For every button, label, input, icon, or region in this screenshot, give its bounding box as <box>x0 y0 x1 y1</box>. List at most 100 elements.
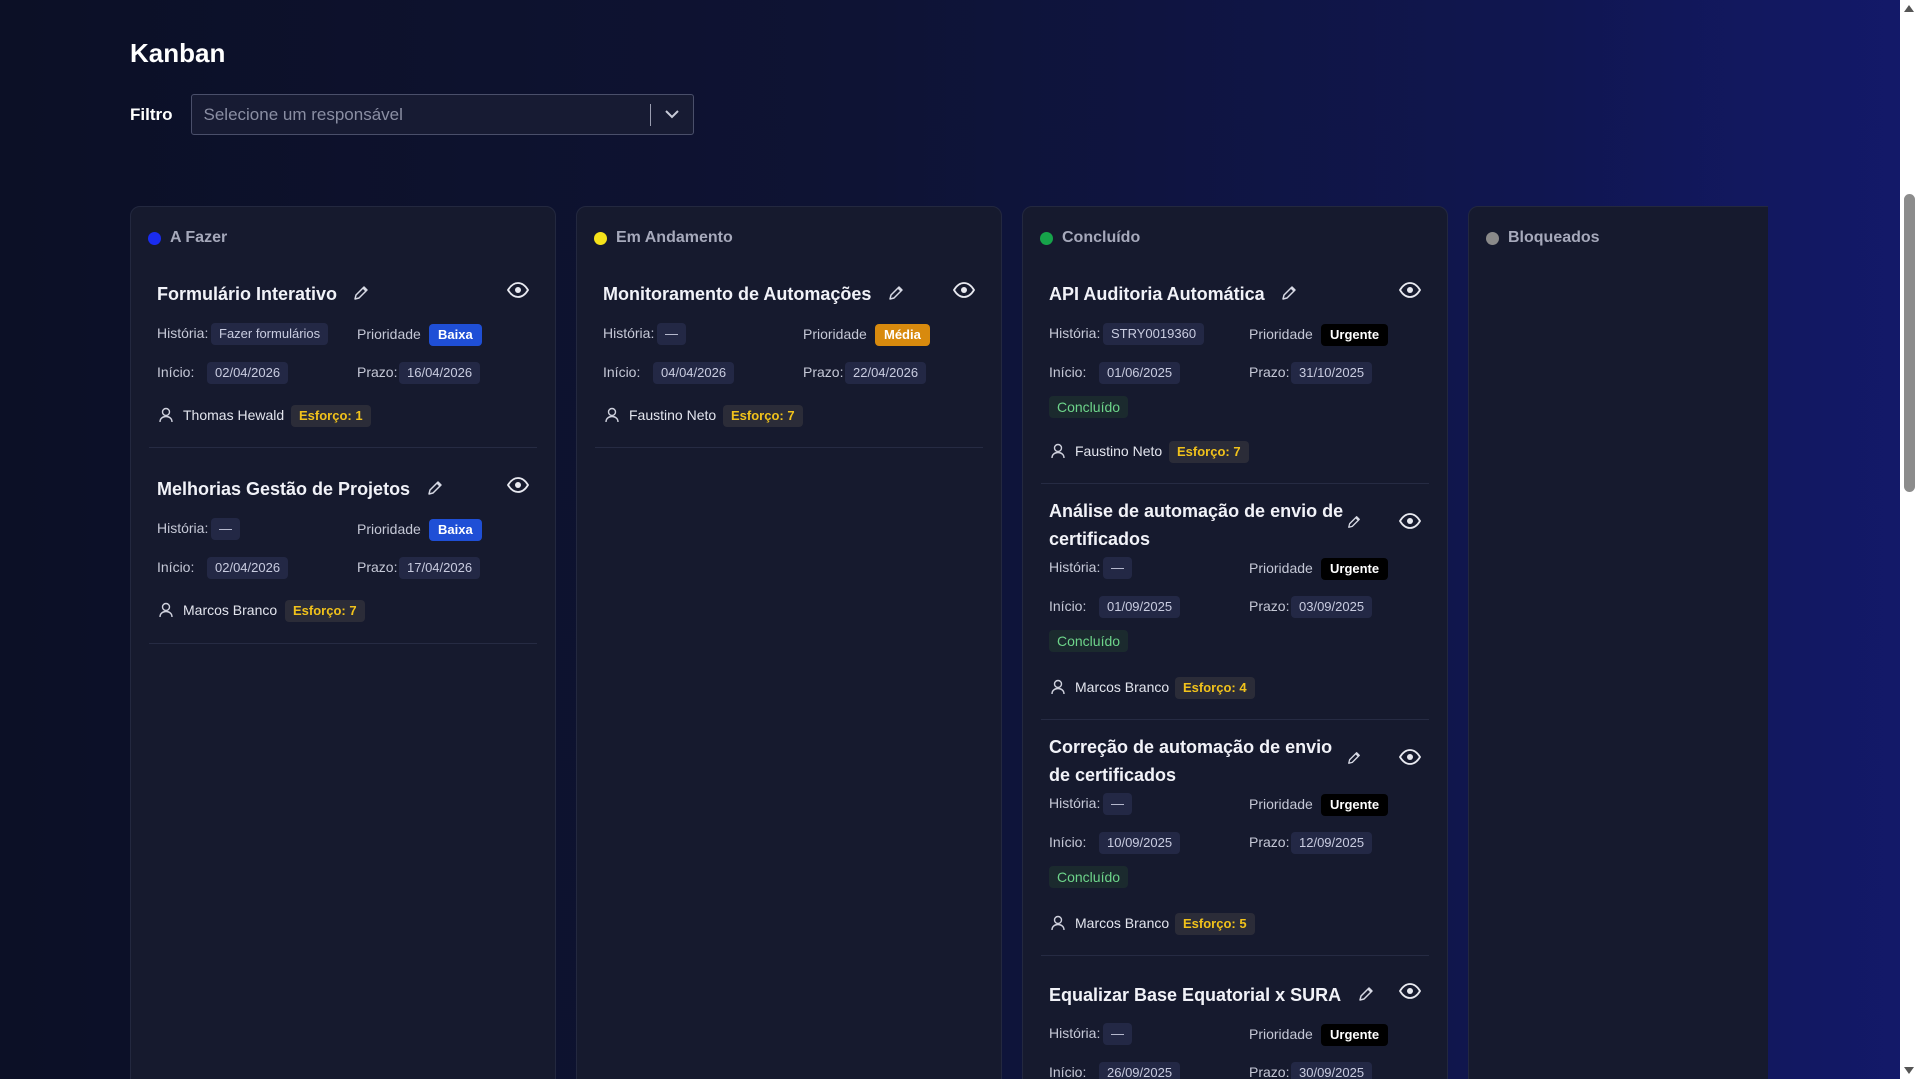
column-em-andamento: Em Andamento Monitoramento de Automações… <box>576 206 1002 1079</box>
task-card[interactable]: Melhorias Gestão de Projetos História: —… <box>149 475 537 644</box>
prazo-label: Prazo: <box>1249 834 1290 850</box>
prazo-label: Prazo: <box>1249 598 1290 614</box>
prioridade-label: Prioridade <box>803 326 867 342</box>
inicio-label: Início: <box>1049 834 1087 850</box>
card-title: Melhorias Gestão de Projetos <box>157 479 411 499</box>
scroll-thumb[interactable] <box>1904 194 1915 492</box>
card-title-row: Equalizar Base Equatorial x SURA <box>1049 981 1422 1009</box>
chevron-down-icon[interactable] <box>651 110 693 119</box>
column-header: Em Andamento <box>594 229 733 247</box>
pencil-icon[interactable] <box>427 480 443 501</box>
user-icon <box>1051 443 1065 464</box>
effort-badge: Esforço: 7 <box>285 600 365 622</box>
prazo-label: Prazo: <box>1249 1064 1290 1079</box>
page-title: Kanban <box>130 38 226 68</box>
priority-badge: Urgente <box>1321 324 1389 346</box>
historia-label: História: <box>1049 325 1101 341</box>
card-title-row: Monitoramento de Automações <box>603 280 976 308</box>
task-card[interactable]: API Auditoria Automática História: STRY0… <box>1041 280 1429 484</box>
task-card[interactable]: Formulário Interativo História: Fazer fo… <box>149 280 537 448</box>
user-icon <box>1051 915 1065 936</box>
eye-icon[interactable] <box>506 477 530 498</box>
eye-icon[interactable] <box>1398 749 1422 770</box>
column-title: Bloqueados <box>1508 229 1600 246</box>
card-title: API Auditoria Automática <box>1049 284 1265 304</box>
inicio-label: Início: <box>1049 598 1087 614</box>
pencil-icon[interactable] <box>1281 285 1297 306</box>
inicio-date: 01/09/2025 <box>1099 596 1181 618</box>
prioridade-label: Prioridade <box>1249 560 1313 576</box>
pencil-icon[interactable] <box>888 285 904 306</box>
historia-label: História: <box>1049 795 1101 811</box>
inicio-date: 01/06/2025 <box>1099 362 1181 384</box>
inicio-date: 02/04/2026 <box>207 557 289 579</box>
responsavel-name: Marcos Branco <box>1075 679 1170 695</box>
kanban-page: Kanban Filtro Selecione um responsável A… <box>0 0 1900 1079</box>
inicio-date: 10/09/2025 <box>1099 832 1181 854</box>
prioridade-label: Prioridade <box>1249 1026 1313 1042</box>
responsavel-select[interactable]: Selecione um responsável <box>190 94 694 135</box>
column-header: Concluído <box>1040 229 1140 247</box>
prazo-date: 03/09/2025 <box>1291 596 1373 618</box>
card-title: Monitoramento de Automações <box>603 284 872 304</box>
status-dot <box>148 231 161 245</box>
eye-icon[interactable] <box>506 282 530 303</box>
task-card[interactable]: Correção de automação de envio de certif… <box>1041 733 1429 956</box>
effort-badge: Esforço: 7 <box>1169 441 1249 463</box>
status-badge: Concluído <box>1049 866 1129 888</box>
eye-icon[interactable] <box>1398 983 1422 1004</box>
effort-badge: Esforço: 4 <box>1175 677 1255 699</box>
inicio-date: 04/04/2026 <box>653 362 735 384</box>
prazo-date: 22/04/2026 <box>845 362 927 384</box>
priority-badge: Baixa <box>429 519 482 541</box>
card-title-row: API Auditoria Automática <box>1049 280 1422 308</box>
priority-badge: Urgente <box>1321 558 1389 580</box>
user-icon <box>605 407 619 428</box>
column-header: Bloqueados <box>1486 229 1600 247</box>
eye-icon[interactable] <box>1398 282 1422 303</box>
prazo-date: 12/09/2025 <box>1291 832 1373 854</box>
page-scrollbar[interactable] <box>1900 0 1919 1079</box>
card-title: Correção de automação de envio de certif… <box>1049 737 1333 785</box>
status-dot <box>594 231 607 245</box>
prazo-label: Prazo: <box>803 364 844 380</box>
eye-icon[interactable] <box>1398 513 1422 534</box>
inicio-label: Início: <box>603 364 641 380</box>
filter-row: Filtro Selecione um responsável <box>130 94 694 135</box>
task-card[interactable]: Monitoramento de Automações História: — … <box>595 280 983 448</box>
card-title: Equalizar Base Equatorial x SURA <box>1049 985 1342 1005</box>
card-title-row: Correção de automação de envio de certif… <box>1049 733 1349 789</box>
prazo-label: Prazo: <box>357 559 398 575</box>
priority-badge: Urgente <box>1321 794 1389 816</box>
prazo-date: 30/09/2025 <box>1291 1062 1373 1079</box>
scroll-up-arrow[interactable] <box>1904 5 1914 12</box>
card-title-row: Formulário Interativo <box>157 280 530 308</box>
inicio-date: 02/04/2026 <box>207 362 289 384</box>
inicio-date: 26/09/2025 <box>1099 1062 1181 1079</box>
inicio-label: Início: <box>157 364 195 380</box>
task-card[interactable]: Análise de automação de envio de certifi… <box>1041 497 1429 720</box>
status-badge: Concluído <box>1049 630 1129 652</box>
historia-value: — <box>1103 1023 1132 1045</box>
card-title-row: Melhorias Gestão de Projetos <box>157 475 530 503</box>
prazo-label: Prazo: <box>1249 364 1290 380</box>
prazo-date: 16/04/2026 <box>399 362 481 384</box>
pencil-icon[interactable] <box>1358 986 1374 1007</box>
scroll-down-arrow[interactable] <box>1904 1067 1914 1074</box>
prazo-date: 17/04/2026 <box>399 557 481 579</box>
responsavel-name: Thomas Hewald <box>183 407 285 423</box>
historia-value: Fazer formulários <box>211 323 329 345</box>
responsavel-name: Marcos Branco <box>1075 915 1170 931</box>
historia-value: — <box>657 323 686 345</box>
pencil-icon[interactable] <box>353 285 369 306</box>
effort-badge: Esforço: 1 <box>291 405 371 427</box>
eye-icon[interactable] <box>952 282 976 303</box>
column-concluido: Concluído API Auditoria Automática Histó… <box>1022 206 1448 1079</box>
inicio-label: Início: <box>1049 1064 1087 1079</box>
task-card[interactable]: Equalizar Base Equatorial x SURA Históri… <box>1041 981 1429 1079</box>
user-icon <box>159 407 173 428</box>
pencil-icon[interactable] <box>1347 515 1361 534</box>
pencil-icon[interactable] <box>1347 751 1361 770</box>
historia-label: História: <box>603 325 655 341</box>
effort-badge: Esforço: 5 <box>1175 913 1255 935</box>
